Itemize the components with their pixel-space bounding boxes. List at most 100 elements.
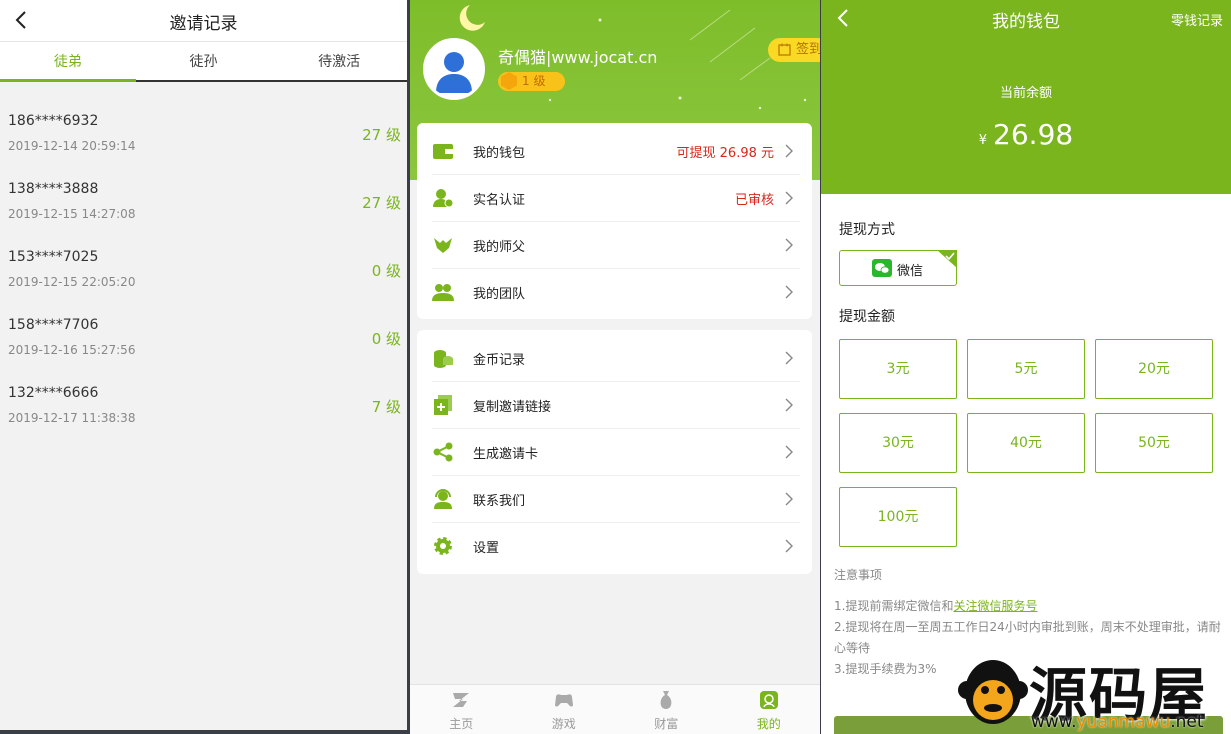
tab-grand-disciples[interactable]: 徒孙 [136, 42, 272, 80]
tab-games[interactable]: 游戏 [513, 685, 616, 734]
tools-menu: 金币记录 复制邀请链接 生成邀请卡 联系我们 设置 [417, 330, 812, 574]
tab-wealth[interactable]: 财富 [615, 685, 718, 734]
menu-item-verify[interactable]: 实名认证 已审核 [417, 174, 812, 221]
record-level: 0 级 [371, 330, 401, 348]
menu-item-invite-card[interactable]: 生成邀请卡 [417, 428, 812, 475]
amount-option[interactable]: 50元 [1095, 413, 1213, 473]
tab-home[interactable]: 主页 [410, 685, 513, 734]
signin-button[interactable]: 签到 [768, 38, 820, 62]
record-phone: 158****7706 [8, 317, 99, 333]
wallet-screen: 我的钱包 零钱记录 当前余额 ¥26.98 提现方式 微信 提现金额 3元 5元… [821, 0, 1231, 734]
menu-label: 复制邀请链接 [473, 400, 552, 415]
menu-label: 我的团队 [473, 287, 526, 302]
menu-item-contact[interactable]: 联系我们 [417, 475, 812, 522]
record-date: 2019-12-17 11:38:38 [8, 411, 136, 425]
menu-label: 联系我们 [473, 494, 526, 509]
menu-item-team[interactable]: 我的团队 [417, 268, 812, 315]
url-domain: yuanmawu [1076, 712, 1171, 732]
withdrawable-amount: 可提现 26.98 元 [676, 146, 774, 161]
currency-symbol: ¥ [978, 133, 988, 148]
record-level: 27 级 [362, 194, 401, 212]
amount-option[interactable]: 3元 [839, 339, 957, 399]
tab-label: 主页 [449, 717, 474, 731]
user-silhouette-icon [426, 41, 482, 97]
list-item[interactable]: 158****7706 2019-12-16 15:27:56 0 级 [0, 296, 407, 364]
list-item[interactable]: 138****3888 2019-12-15 14:27:08 27 级 [0, 160, 407, 228]
settings-icon [434, 537, 452, 555]
level-badge: 1 级 [498, 72, 565, 91]
url-prefix: www. [1031, 712, 1077, 732]
copy-link-icon [434, 395, 452, 415]
page-title: 我的钱包 [992, 12, 1060, 32]
balance: ¥26.98 [821, 118, 1231, 151]
amount-option[interactable]: 40元 [967, 413, 1085, 473]
chevron-right-icon [785, 398, 793, 412]
calendar-icon [778, 43, 791, 56]
menu-item-wallet[interactable]: 我的钱包 可提现 26.98 元 [417, 127, 812, 174]
menu-item-coins[interactable]: 金币记录 [417, 334, 812, 381]
selected-check-icon [937, 250, 957, 268]
verify-status: 已审核 [734, 193, 774, 208]
share-icon [433, 442, 453, 462]
home-icon [453, 693, 470, 707]
record-phone: 186****6932 [8, 113, 99, 129]
chevron-right-icon [785, 144, 793, 158]
list-item[interactable]: 132****6666 2019-12-17 11:38:38 7 级 [0, 364, 407, 432]
record-level: 0 级 [371, 262, 401, 280]
note-1: 1.提现前需绑定微信和关注微信服务号 [834, 596, 1223, 617]
watermark-url: www.yuanmawu.net [1031, 712, 1204, 732]
menu-item-master[interactable]: 我的师父 [417, 221, 812, 268]
menu-item-settings[interactable]: 设置 [417, 522, 812, 569]
menu-label: 金币记录 [473, 353, 526, 368]
method-section-title: 提现方式 [839, 222, 895, 238]
notes-title: 注意事项 [834, 568, 883, 582]
record-date: 2019-12-15 22:05:20 [8, 275, 136, 289]
coins-icon [434, 350, 453, 368]
account-menu: 我的钱包 可提现 26.98 元 实名认证 已审核 我的师父 我的团队 [417, 123, 812, 319]
record-date: 2019-12-14 20:59:14 [8, 139, 136, 153]
page-title: 邀请记录 [169, 14, 238, 34]
wechat-icon [872, 259, 892, 277]
tab-me[interactable]: 我的 [718, 685, 821, 734]
watermark: 源码屋 www.yuanmawu.net [953, 650, 1231, 734]
master-icon [434, 238, 452, 253]
menu-item-copy-link[interactable]: 复制邀请链接 [417, 381, 812, 428]
change-records-link[interactable]: 零钱记录 [1171, 10, 1223, 29]
avatar[interactable] [423, 38, 485, 100]
monkey-logo-icon [958, 660, 1028, 724]
amount-section-title: 提现金额 [839, 309, 895, 325]
wechat-method-option[interactable]: 微信 [839, 250, 957, 286]
follow-service-account-link[interactable]: 关注微信服务号 [953, 599, 1037, 613]
user-verify-icon [433, 189, 454, 208]
menu-label: 生成邀请卡 [473, 447, 539, 462]
signin-label: 签到 [796, 42, 820, 57]
tab-disciples[interactable]: 徒弟 [0, 42, 136, 82]
list-item[interactable]: 153****7025 2019-12-15 22:05:20 0 级 [0, 228, 407, 296]
record-phone: 153****7025 [8, 249, 99, 265]
chevron-right-icon [785, 351, 793, 365]
menu-label: 我的师父 [473, 240, 526, 255]
amount-option[interactable]: 20元 [1095, 339, 1213, 399]
note-1-text: 1.提现前需绑定微信和 [834, 599, 954, 613]
level-text: 1 级 [522, 74, 546, 88]
gamepad-icon [554, 694, 573, 707]
tab-pending[interactable]: 待激活 [271, 42, 407, 80]
wallet-icon [433, 144, 453, 159]
record-date: 2019-12-15 14:27:08 [8, 207, 136, 221]
bottom-tab-bar: 主页 游戏 财富 我的 [410, 684, 820, 734]
chevron-right-icon [785, 492, 793, 506]
amount-option[interactable]: 100元 [839, 487, 957, 547]
list-item[interactable]: 186****6932 2019-12-14 20:59:14 27 级 [0, 92, 407, 160]
tab-label: 我的 [756, 717, 781, 731]
chevron-right-icon [785, 285, 793, 299]
moon-icon [459, 5, 485, 31]
chevron-right-icon [785, 191, 793, 205]
me-icon [759, 691, 778, 709]
record-phone: 138****3888 [8, 181, 99, 197]
nav-bar: 邀请记录 [0, 0, 407, 42]
amount-option[interactable]: 30元 [839, 413, 957, 473]
team-icon [432, 284, 454, 301]
amount-option[interactable]: 5元 [967, 339, 1085, 399]
wallet-header: 我的钱包 零钱记录 当前余额 ¥26.98 [821, 0, 1231, 194]
profile-screen: 奇偶猫|www.jocat.cn 1 级 签到 我的钱包 可提现 26.98 元… [410, 0, 820, 734]
